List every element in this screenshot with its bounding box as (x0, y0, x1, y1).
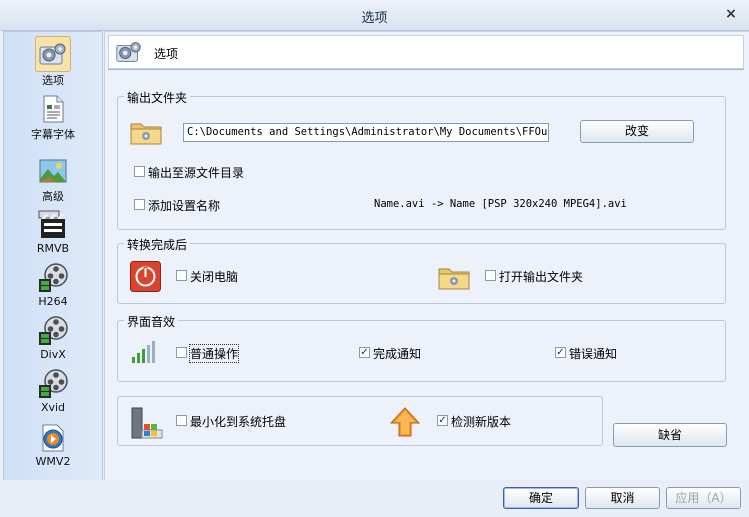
open-output-folder-label: 打开输出文件夹 (499, 270, 584, 284)
check-update-checkbox[interactable]: ✓ (437, 415, 448, 426)
gear-icon (39, 43, 66, 64)
sidebar-item-subtitle-font[interactable]: 字幕字体 (4, 92, 102, 142)
check-update-label: 检测新版本 (451, 415, 512, 429)
windows-tray-icon (131, 407, 163, 439)
close-icon[interactable]: × (723, 6, 739, 22)
clapperboard-icon (38, 210, 65, 238)
default-button[interactable]: 缺省 (613, 423, 727, 447)
sidebar-item-label: H264 (38, 295, 68, 308)
normal-sound-label: 普通操作 (188, 344, 240, 363)
shutdown-checkbox[interactable] (176, 270, 187, 281)
sidebar-item-advanced[interactable]: 高级 (4, 154, 102, 204)
film-reel-icon (39, 368, 68, 398)
film-reel-icon (39, 315, 68, 345)
volume-bars-icon (132, 341, 155, 363)
film-reel-icon (39, 262, 68, 292)
cancel-button[interactable]: 取消 (585, 487, 660, 509)
error-sound-label: 错误通知 (569, 347, 618, 361)
update-arrow-icon (389, 407, 421, 437)
sidebar: 选项 字幕字体 高级 RMVB H264 DivX Xvid WMV2 (3, 31, 103, 481)
media-player-icon (42, 424, 64, 451)
output-to-source-label: 输出至源文件目录 (148, 166, 245, 180)
open-output-folder-checkbox[interactable] (485, 270, 496, 281)
error-sound-checkbox[interactable]: ✓ (555, 347, 566, 358)
document-icon (43, 95, 64, 122)
group-legend: 输出文件夹 (124, 89, 191, 106)
window-title: 选项 (361, 11, 388, 26)
normal-sound-checkbox[interactable] (176, 347, 187, 358)
add-setting-name-checkbox[interactable] (134, 199, 145, 210)
sidebar-item-divx[interactable]: DivX (4, 314, 102, 361)
sidebar-item-label: 高级 (42, 190, 64, 203)
sidebar-item-label: Xvid (40, 401, 66, 414)
title-bar: 选项 × (0, 0, 749, 31)
apply-button[interactable]: 应用（A） (666, 487, 741, 509)
sidebar-item-wmv2[interactable]: WMV2 (4, 421, 102, 468)
minimize-tray-checkbox[interactable] (176, 415, 187, 426)
complete-sound-label: 完成通知 (373, 347, 422, 361)
output-to-source-checkbox[interactable] (134, 166, 145, 177)
sidebar-item-h264[interactable]: H264 (4, 261, 102, 308)
folder-icon (130, 123, 162, 145)
group-legend: 转换完成后 (124, 236, 191, 253)
complete-sound-checkbox[interactable]: ✓ (359, 347, 370, 358)
folder-icon (438, 268, 470, 290)
sidebar-item-label: WMV2 (35, 455, 71, 468)
shutdown-label: 关闭电脑 (190, 270, 239, 284)
panel-header: 选项 (108, 35, 744, 69)
group-legend: 界面音效 (124, 313, 179, 330)
sidebar-item-options[interactable]: 选项 (4, 36, 102, 88)
sidebar-item-rmvb[interactable]: RMVB (4, 208, 102, 255)
add-setting-name-label: 添加设置名称 (148, 199, 221, 213)
landscape-picture-icon (39, 159, 67, 182)
sidebar-item-label: RMVB (36, 242, 70, 255)
sidebar-item-label: 选项 (42, 74, 64, 87)
page-title: 选项 (154, 47, 179, 61)
output-path-field[interactable]: C:\Documents and Settings\Administrator\… (183, 123, 549, 142)
change-button[interactable]: 改变 (580, 120, 694, 143)
ok-button[interactable]: 确定 (503, 487, 579, 509)
filename-example: Name.avi -> Name [PSP 320x240 MPEG4].avi (374, 198, 627, 210)
sidebar-item-label: 字幕字体 (31, 128, 75, 141)
sidebar-item-xvid[interactable]: Xvid (4, 367, 102, 414)
sidebar-item-label: DivX (40, 348, 66, 361)
minimize-tray-label: 最小化到系统托盘 (190, 415, 287, 429)
power-icon (130, 261, 161, 292)
gear-icon (116, 42, 141, 62)
